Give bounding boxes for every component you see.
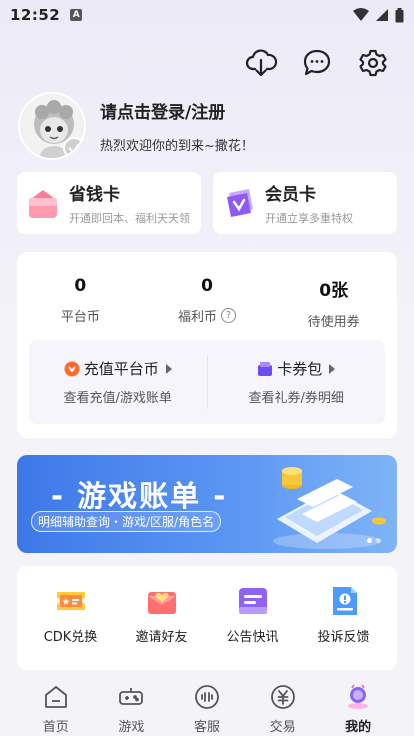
profile-section[interactable]: 请点击登录/注册 热烈欢迎你的到来~撒花！ [18,92,254,160]
stat-label: 福利币 [178,310,218,325]
tab-label: 客服 [193,720,220,735]
banner-subtitle: 明细辅助查询・游戏/区服/角色名 [31,511,222,532]
status-time: 12:52 [10,6,61,24]
status-bar: 12:52 A [0,0,414,30]
tab-customer-service[interactable]: 客服 [169,674,245,736]
status-indicator: A [70,9,83,21]
pagination-dot [367,538,372,543]
trade-icon [270,685,295,709]
action-title: 充值平台币 [83,360,159,378]
vip-card[interactable]: 会员卡 开通立享多重特权 [213,172,397,234]
help-icon[interactable]: ? [221,308,237,323]
tab-profile[interactable]: 我的 [320,674,396,736]
battery-icon [395,7,404,22]
card-subtitle: 开通即回本、福利天天领 [69,212,190,225]
customer-service-icon [195,685,219,709]
savings-card-icon [25,185,61,221]
tool-label: 公告快讯 [226,630,279,645]
tab-home[interactable]: 首页 [18,674,94,736]
tab-trade[interactable]: 交易 [245,674,321,736]
stat-value: 0 [201,276,213,296]
cloud-download-icon[interactable] [244,46,278,80]
platform-coin-stat[interactable]: 0 平台币 [17,276,144,330]
tool-label: 投诉反馈 [317,630,370,645]
bottom-tab-bar: 首页 游戏 客服 交易 我的 [0,674,414,736]
invite-envelope-icon [145,584,179,618]
action-subtitle: 查看充值/游戏账单 [63,391,172,406]
coupon-wallet-action[interactable]: 卡券包 查看礼券/券明细 [208,358,386,406]
complaint-feedback-button[interactable]: 投诉反馈 [298,584,389,670]
card-title: 省钱卡 [69,185,120,205]
action-title: 卡券包 [277,360,323,378]
settings-icon[interactable] [356,46,390,80]
arrow-right-icon [329,363,336,374]
action-subtitle: 查看礼券/券明细 [248,391,344,406]
savings-card[interactable]: 省钱卡 开通即回本、福利天天领 [17,172,201,234]
tab-games[interactable]: 游戏 [94,674,170,736]
welfare-coin-stat[interactable]: 0 福利币 ? [144,276,271,330]
recharge-action[interactable]: 充值平台币 查看充值/游戏账单 [29,358,207,406]
gamepad-icon [119,688,144,705]
cdk-redeem-button[interactable]: CDK兑换 [25,584,116,670]
avatar[interactable] [18,92,86,160]
card-title: 会员卡 [265,185,316,205]
recharge-icon [64,361,80,376]
home-icon [44,686,67,708]
wallet-icon [258,361,273,376]
invite-friends-button[interactable]: 邀请好友 [116,584,207,670]
profile-icon [348,684,369,709]
coupon-stat[interactable]: 0张 待使用券 [270,276,397,330]
welcome-text: 热烈欢迎你的到来~撒花！ [100,139,254,154]
tab-label: 我的 [345,720,372,735]
tools-grid: CDK兑换 邀请好友 公告快讯 投诉反馈 [17,566,397,670]
tool-label: 邀请好友 [135,630,188,645]
tab-label: 游戏 [118,720,145,735]
arrow-right-icon [165,363,172,374]
wallet-panel: 0 平台币 0 福利币 ? 0张 待使用券 充值平台币 查看充值/游戏账单 卡券… [17,252,397,438]
announcement-icon [236,584,270,618]
login-register-link[interactable]: 请点击登录/注册 [100,98,254,123]
header-actions [244,46,390,80]
banner-title: - 游戏账单 - [51,479,228,513]
wifi-icon [353,8,369,21]
ticket-icon [54,584,88,618]
tab-label: 首页 [42,720,69,735]
stat-value: 0 [74,276,87,296]
vip-card-icon [221,185,257,221]
chat-icon[interactable] [300,46,334,80]
membership-cards: 省钱卡 开通即回本、福利天天领 会员卡 开通立享多重特权 [17,172,397,234]
tool-label: CDK兑换 [43,630,98,645]
cellular-icon [376,9,388,21]
feedback-icon [327,584,361,618]
tab-label: 交易 [269,720,296,735]
stat-value: 0张 [319,281,349,301]
announcements-button[interactable]: 公告快讯 [207,584,298,670]
pagination-dot [376,538,381,543]
card-subtitle: 开通立享多重特权 [265,212,353,225]
game-bill-banner[interactable]: - 游戏账单 - 明细辅助查询・游戏/区服/角色名 [17,455,397,553]
stat-label: 待使用券 [307,315,360,330]
stat-label: 平台币 [60,310,100,325]
banner-pagination [367,538,381,543]
